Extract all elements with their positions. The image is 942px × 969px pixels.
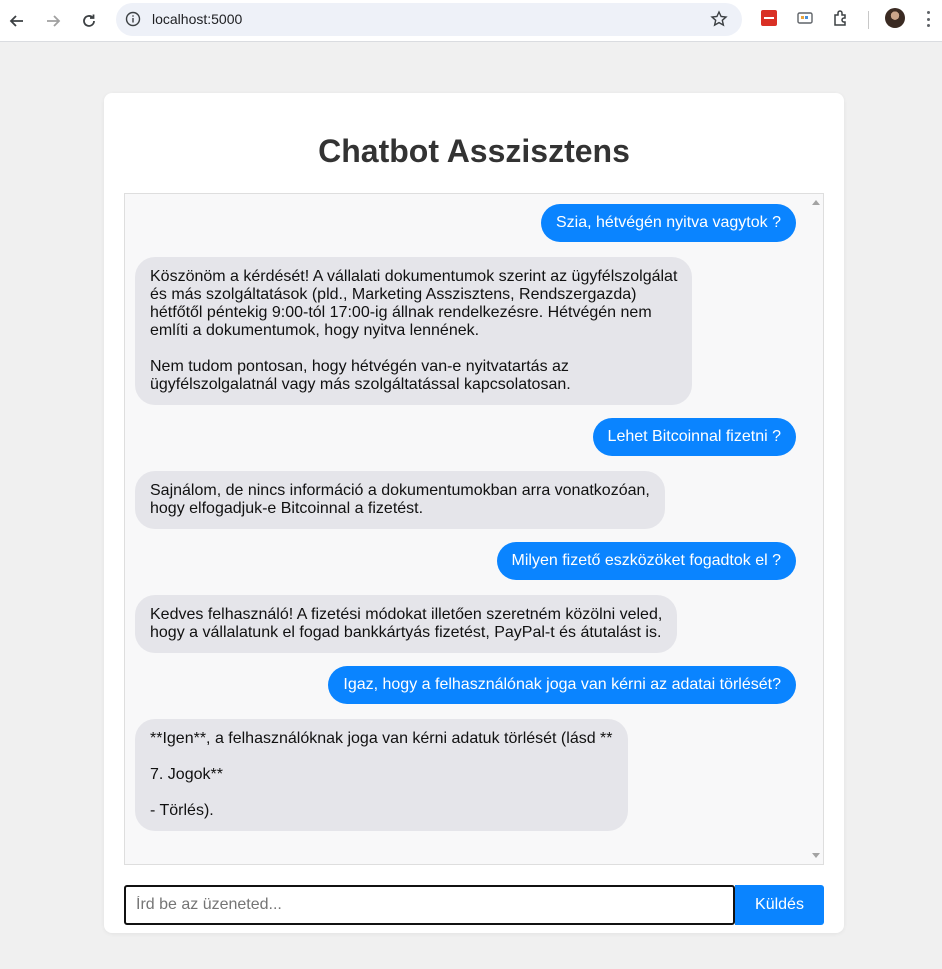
- user-message: Szia, hétvégén nyitva vagytok ?: [540, 204, 796, 242]
- page-title: Chatbot Asszisztens: [318, 133, 630, 169]
- bookmark-star-icon[interactable]: [710, 10, 728, 33]
- browser-menu-icon[interactable]: [921, 8, 935, 30]
- url-text: localhost:5000: [152, 11, 243, 27]
- site-info-icon[interactable]: [125, 11, 141, 32]
- extensions-puzzle-icon[interactable]: [832, 9, 850, 27]
- user-message: Igaz, hogy a felhasználónak joga van kér…: [328, 666, 796, 704]
- message-list: Szia, hétvégén nyitva vagytok ? Köszönöm…: [125, 194, 809, 864]
- scroll-up-arrow-icon[interactable]: [812, 200, 820, 205]
- composer: Küldés: [124, 885, 824, 925]
- extension-red-icon[interactable]: [760, 9, 778, 27]
- message-input[interactable]: [124, 885, 735, 925]
- extension-media-icon[interactable]: [796, 9, 814, 27]
- reload-icon[interactable]: [76, 8, 102, 34]
- toolbar-divider: [868, 11, 869, 29]
- chat-window[interactable]: Szia, hétvégén nyitva vagytok ? Köszönöm…: [124, 193, 824, 865]
- chat-card: Chatbot Asszisztens Szia, hétvégén nyitv…: [104, 93, 844, 933]
- send-button[interactable]: Küldés: [735, 885, 824, 925]
- scroll-down-arrow-icon[interactable]: [812, 853, 820, 858]
- bot-message: Kedves felhasználó! A fizetési módokat i…: [135, 595, 678, 653]
- bot-message: Sajnálom, de nincs információ a dokument…: [135, 471, 665, 529]
- bot-message: **Igen**, a felhasználóknak joga van kér…: [135, 719, 628, 831]
- browser-toolbar: localhost:5000: [0, 0, 942, 42]
- forward-arrow-icon[interactable]: [40, 8, 66, 34]
- back-arrow-icon[interactable]: [4, 8, 30, 34]
- user-message: Lehet Bitcoinnal fizetni ?: [592, 418, 796, 456]
- bot-message: Köszönöm a kérdését! A vállalati dokumen…: [135, 257, 693, 405]
- address-bar[interactable]: localhost:5000: [116, 3, 742, 36]
- profile-avatar[interactable]: [885, 8, 905, 28]
- user-message: Milyen fizető eszközöket fogadtok el ?: [496, 542, 796, 580]
- chat-scrollbar[interactable]: [809, 194, 823, 864]
